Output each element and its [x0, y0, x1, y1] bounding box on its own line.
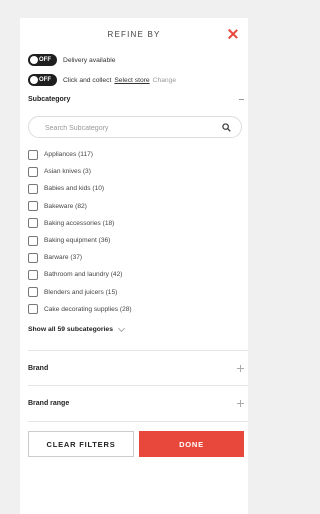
delivery-filter: OFF Delivery available — [28, 52, 248, 68]
subcategory-item[interactable]: Baking accessories (18) — [28, 215, 248, 232]
subcategory-item[interactable]: Blenders and juicers (15) — [28, 284, 248, 301]
checkbox[interactable] — [28, 166, 38, 177]
subcategory-label: Baking equipment (36) — [44, 237, 111, 245]
subcategory-item[interactable]: Barware (37) — [28, 249, 248, 266]
show-all-subcategories[interactable]: Show all 59 subcategories — [28, 323, 248, 337]
checkbox[interactable] — [28, 269, 38, 280]
subcategory-label: Bathroom and laundry (42) — [44, 271, 123, 279]
click-collect-label: Click and collect — [63, 76, 112, 84]
subcategory-label: Bakeware (82) — [44, 202, 87, 210]
subcategory-search — [28, 116, 242, 139]
subcategory-item[interactable]: Bathroom and laundry (42) — [28, 266, 248, 283]
subcategory-title: Subcategory — [28, 96, 71, 103]
click-collect-filter: OFF Click and collect Select store Chang… — [28, 72, 248, 88]
brand-label: Brand — [28, 364, 49, 372]
delivery-toggle[interactable]: OFF — [28, 54, 57, 66]
subcategory-label: Asian knives (3) — [44, 168, 91, 176]
toggle-state-label: OFF — [39, 57, 51, 63]
checkbox[interactable] — [28, 235, 38, 246]
subcategory-item[interactable]: Asian knives (3) — [28, 163, 248, 180]
subcategory-header[interactable]: Subcategory — [28, 96, 248, 112]
expand-icon[interactable] — [237, 399, 244, 407]
subcategory-item[interactable]: Baking equipment (36) — [28, 232, 248, 249]
checkbox[interactable] — [28, 287, 38, 298]
click-collect-toggle[interactable]: OFF — [28, 74, 57, 86]
brand-range-label: Brand range — [28, 399, 70, 407]
subcategory-label: Babies and kids (10) — [44, 185, 105, 193]
refine-panel: REFINE BY OFF Delivery available OFF Cli… — [20, 18, 248, 514]
checkbox[interactable] — [28, 201, 38, 212]
checkbox[interactable] — [28, 304, 38, 315]
action-buttons: CLEAR FILTERS DONE — [28, 431, 244, 457]
checkbox[interactable] — [28, 218, 38, 229]
expand-icon[interactable] — [237, 364, 244, 372]
change-store-link[interactable]: Change — [153, 77, 176, 84]
done-button[interactable]: DONE — [139, 431, 244, 457]
brand-range-filter[interactable]: Brand range — [28, 386, 248, 422]
checkbox[interactable] — [28, 183, 38, 194]
close-icon[interactable] — [226, 27, 240, 41]
subcategory-label: Cake decorating supplies (28) — [44, 305, 132, 313]
subcategory-label: Barware (37) — [44, 254, 83, 262]
checkbox[interactable] — [28, 252, 38, 263]
subcategory-item[interactable]: Babies and kids (10) — [28, 180, 248, 197]
subcategory-item[interactable]: Cake decorating supplies (28) — [28, 301, 248, 318]
panel-header: REFINE BY — [20, 18, 248, 52]
search-icon[interactable] — [222, 123, 231, 132]
show-all-label: Show all 59 subcategories — [28, 326, 113, 334]
subcategory-label: Blenders and juicers (15) — [44, 288, 118, 296]
clear-filters-button[interactable]: CLEAR FILTERS — [28, 431, 134, 457]
brand-filter[interactable]: Brand — [28, 349, 248, 386]
subcategory-list: Appliances (117) Asian knives (3) Babies… — [28, 146, 248, 318]
search-input[interactable] — [29, 118, 199, 139]
delivery-label: Delivery available — [63, 56, 116, 64]
subcategory-item[interactable]: Appliances (117) — [28, 146, 248, 163]
select-store-link[interactable]: Select store — [114, 77, 149, 84]
toggle-state-label: OFF — [39, 77, 51, 83]
subcategory-label: Baking accessories (18) — [44, 219, 115, 227]
subcategory-item[interactable]: Bakeware (82) — [28, 198, 248, 215]
panel-title: REFINE BY — [107, 30, 161, 39]
checkbox[interactable] — [28, 149, 38, 160]
chevron-down-icon — [117, 324, 126, 332]
subcategory-label: Appliances (117) — [44, 151, 93, 159]
collapse-icon[interactable] — [239, 99, 244, 100]
